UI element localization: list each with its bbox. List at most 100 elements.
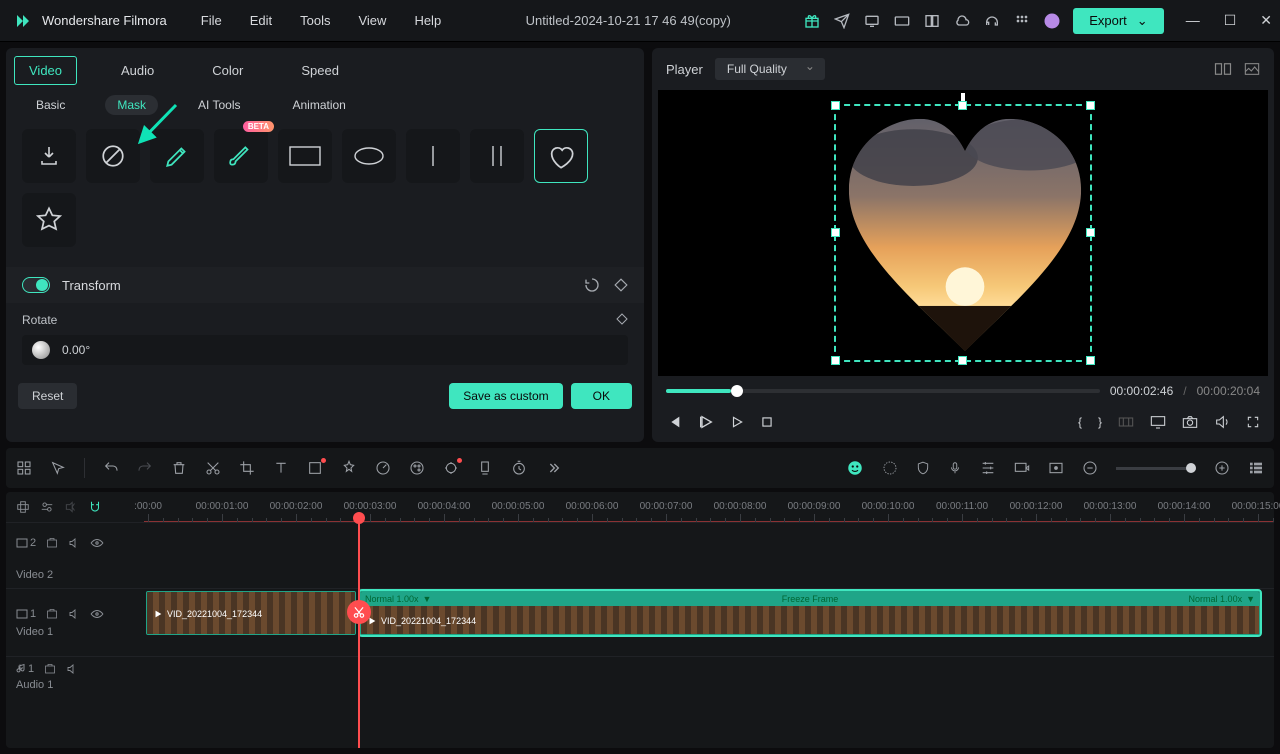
send-icon[interactable] xyxy=(833,12,851,30)
device-icon-1[interactable] xyxy=(863,12,881,30)
window-minimize-button[interactable]: ― xyxy=(1186,12,1200,29)
resize-handle[interactable] xyxy=(831,101,840,110)
playback-progress[interactable] xyxy=(666,389,1100,393)
track-video2-visibility-icon[interactable] xyxy=(90,538,104,548)
voiceover-icon[interactable] xyxy=(948,460,962,476)
ok-button[interactable]: OK xyxy=(571,383,632,409)
avatar-icon[interactable] xyxy=(1043,12,1061,30)
resize-handle[interactable] xyxy=(1086,101,1095,110)
keyframe-tool-icon[interactable] xyxy=(307,460,323,476)
record-screen-icon[interactable] xyxy=(1014,461,1030,475)
track-audio1-settings-icon[interactable] xyxy=(44,663,56,675)
clip-2[interactable]: Normal 1.00x▼ Freeze Frame Normal 1.00x▼… xyxy=(360,591,1260,635)
picture-icon[interactable] xyxy=(1244,62,1260,76)
undo-tool-icon[interactable] xyxy=(103,460,119,476)
mark-in-icon[interactable]: { xyxy=(1078,415,1082,429)
undo-icon[interactable] xyxy=(584,277,600,293)
preview-viewport[interactable] xyxy=(658,90,1268,376)
tab-video[interactable]: Video xyxy=(14,56,77,85)
audio-mixer-icon[interactable] xyxy=(980,461,996,475)
color-tool-icon[interactable] xyxy=(409,460,425,476)
track-video1-visibility-icon[interactable] xyxy=(90,609,104,619)
progress-knob[interactable] xyxy=(731,385,743,397)
menu-help[interactable]: Help xyxy=(402,9,453,32)
rotate-slider[interactable]: 0.00° xyxy=(22,335,628,365)
tab-color[interactable]: Color xyxy=(198,57,257,84)
play-forward-button[interactable] xyxy=(730,415,744,429)
keyframe-icon[interactable] xyxy=(614,278,628,292)
device-icon-2[interactable] xyxy=(893,12,911,30)
clip-1[interactable]: VID_20221004_172344 xyxy=(146,591,356,635)
prev-frame-button[interactable] xyxy=(666,414,682,430)
render-icon[interactable] xyxy=(882,460,898,476)
mask-star[interactable] xyxy=(22,193,76,247)
clip-trim-icon[interactable] xyxy=(1118,415,1134,429)
resize-handle[interactable] xyxy=(958,101,967,110)
fullscreen-icon[interactable] xyxy=(1246,415,1260,429)
selection-box[interactable] xyxy=(834,104,1092,362)
layout-icon[interactable] xyxy=(923,12,941,30)
delete-tool-icon[interactable] xyxy=(171,460,187,476)
save-custom-button[interactable]: Save as custom xyxy=(449,383,562,409)
rotate-keyframe-icon[interactable] xyxy=(616,313,628,327)
timeline-toggle-3-icon[interactable] xyxy=(64,500,78,514)
mark-out-icon[interactable]: } xyxy=(1098,415,1102,429)
track-video2-mute-icon[interactable] xyxy=(68,537,80,549)
subtab-basic[interactable]: Basic xyxy=(24,95,77,115)
timeline-ruler[interactable]: :00:0000:00:01:0000:00:02:0000:00:03:000… xyxy=(144,492,1274,522)
menu-edit[interactable]: Edit xyxy=(238,9,284,32)
text-tool-icon[interactable] xyxy=(273,460,289,476)
export-button[interactable]: Export ⌄ xyxy=(1073,8,1163,34)
marker-tool-icon[interactable] xyxy=(477,460,493,476)
timer-tool-icon[interactable] xyxy=(511,460,527,476)
resize-handle[interactable] xyxy=(831,356,840,365)
quick-split-icon[interactable] xyxy=(16,460,32,476)
stop-button[interactable] xyxy=(760,415,774,429)
mask-import[interactable] xyxy=(22,129,76,183)
split-at-playhead-button[interactable] xyxy=(347,600,371,624)
resize-handle[interactable] xyxy=(831,228,840,237)
more-tools-icon[interactable] xyxy=(545,460,561,476)
timeline-options-icon[interactable] xyxy=(1248,460,1264,476)
cut-tool-icon[interactable] xyxy=(205,460,221,476)
subtab-animation[interactable]: Animation xyxy=(280,95,357,115)
reset-button[interactable]: Reset xyxy=(18,383,77,409)
effects-tool-icon[interactable] xyxy=(341,460,357,476)
mask-single-line[interactable] xyxy=(406,129,460,183)
timeline-toggle-2-icon[interactable] xyxy=(40,500,54,514)
gift-icon[interactable] xyxy=(803,12,821,30)
apps-icon[interactable] xyxy=(1013,12,1031,30)
snapshot-icon[interactable] xyxy=(1182,415,1198,429)
menu-view[interactable]: View xyxy=(346,9,398,32)
ai-assistant-icon[interactable] xyxy=(846,459,864,477)
tab-speed[interactable]: Speed xyxy=(287,57,353,84)
rotate-slider-knob[interactable] xyxy=(32,341,50,359)
select-tool-icon[interactable] xyxy=(50,460,66,476)
display-icon[interactable] xyxy=(1150,415,1166,429)
timeline-toggle-1-icon[interactable] xyxy=(16,500,30,514)
menu-file[interactable]: File xyxy=(189,9,234,32)
volume-icon[interactable] xyxy=(1214,414,1230,430)
window-close-button[interactable]: ✕ xyxy=(1260,12,1272,29)
track-video2-settings-icon[interactable] xyxy=(46,537,58,549)
window-maximize-button[interactable]: ☐ xyxy=(1224,12,1237,29)
subtab-ai-tools[interactable]: AI Tools xyxy=(186,95,252,115)
transform-toggle[interactable] xyxy=(22,277,50,293)
mask-pen[interactable] xyxy=(150,129,204,183)
speed-tool-icon[interactable] xyxy=(375,460,391,476)
menu-tools[interactable]: Tools xyxy=(288,9,342,32)
mask-double-line[interactable] xyxy=(470,129,524,183)
freeze-frame-icon[interactable] xyxy=(1048,461,1064,475)
play-button[interactable] xyxy=(698,414,714,430)
track-video1-settings-icon[interactable] xyxy=(46,608,58,620)
shield-icon[interactable] xyxy=(916,460,930,476)
mask-ellipse[interactable] xyxy=(342,129,396,183)
playhead[interactable] xyxy=(358,520,360,748)
resize-handle[interactable] xyxy=(1086,356,1095,365)
ai-tool-icon[interactable] xyxy=(443,460,459,476)
resize-handle[interactable] xyxy=(1086,228,1095,237)
subtab-mask[interactable]: Mask xyxy=(105,95,158,115)
tab-audio[interactable]: Audio xyxy=(107,57,168,84)
zoom-slider[interactable] xyxy=(1116,467,1196,470)
redo-tool-icon[interactable] xyxy=(137,460,153,476)
